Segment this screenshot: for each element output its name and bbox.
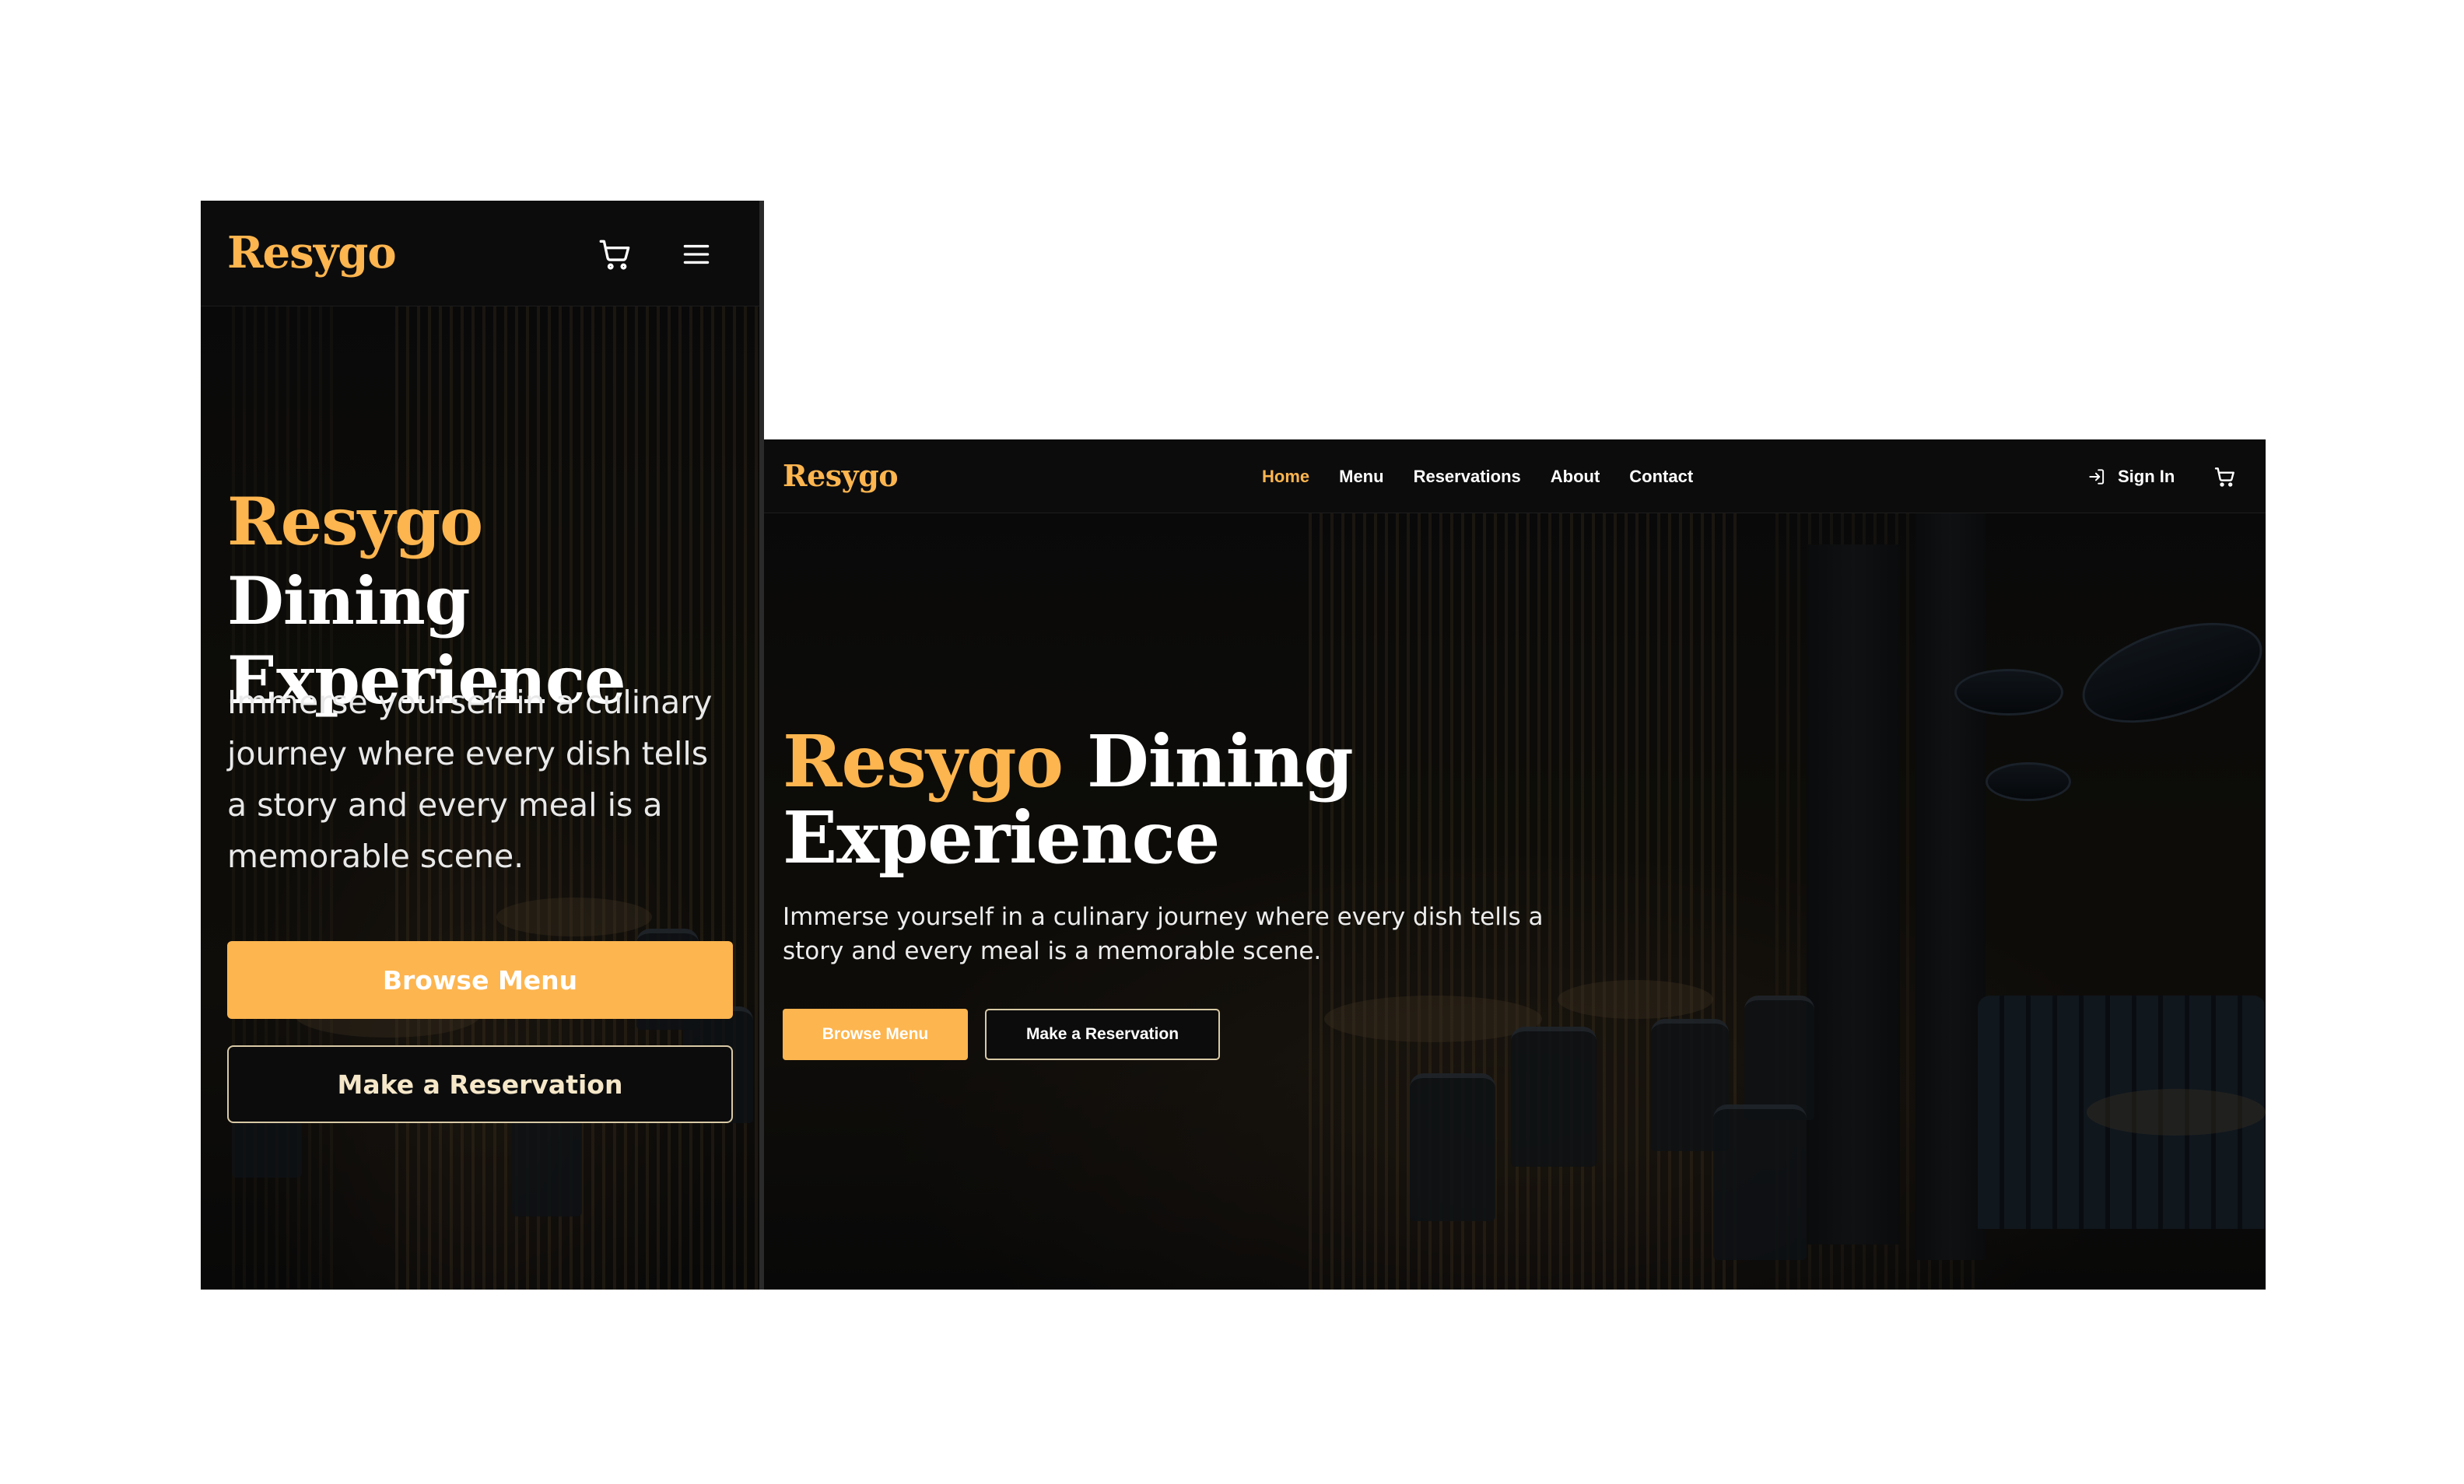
hero-title: Resygo Dining Experience — [783, 723, 1561, 876]
nav-menu[interactable]: Menu — [1339, 463, 1383, 491]
make-reservation-button[interactable]: Make a Reservation — [985, 1009, 1220, 1060]
brand-logo[interactable]: Resygo — [227, 227, 397, 278]
nav-reservations[interactable]: Reservations — [1414, 463, 1521, 491]
hero-subtitle: Immerse yourself in a culinary journey w… — [783, 903, 1544, 965]
main-nav: Home Menu Reservations About Contact — [1262, 463, 1693, 491]
cart-icon[interactable] — [596, 235, 635, 274]
sign-in-icon — [2087, 467, 2107, 487]
nav-contact[interactable]: Contact — [1629, 463, 1693, 491]
mobile-header: Resygo — [201, 201, 764, 306]
nav-home[interactable]: Home — [1262, 463, 1309, 491]
make-reservation-button[interactable]: Make a Reservation — [227, 1045, 733, 1123]
browse-menu-button[interactable]: Browse Menu — [783, 1009, 968, 1060]
hero-subtitle: Immerse yourself in a culinary journey w… — [227, 684, 713, 875]
hero-title-accent: Resygo — [783, 719, 1064, 803]
desktop-header: Resygo Home Menu Reservations About Cont… — [764, 439, 2266, 513]
hamburger-menu-icon[interactable] — [677, 235, 716, 274]
brand-logo[interactable]: Resygo — [783, 458, 899, 493]
sign-in-label: Sign In — [2118, 467, 2175, 486]
nav-about[interactable]: About — [1551, 463, 1600, 491]
mobile-view: Resygo Resygo Dining Experience Immerse … — [201, 201, 764, 1290]
desktop-view: Resygo Home Menu Reservations About Cont… — [764, 439, 2266, 1290]
cart-icon[interactable] — [2213, 464, 2238, 489]
sign-in-button[interactable]: Sign In — [2087, 463, 2175, 491]
hero-title-accent: Resygo — [227, 483, 483, 560]
browse-menu-button[interactable]: Browse Menu — [227, 941, 733, 1019]
